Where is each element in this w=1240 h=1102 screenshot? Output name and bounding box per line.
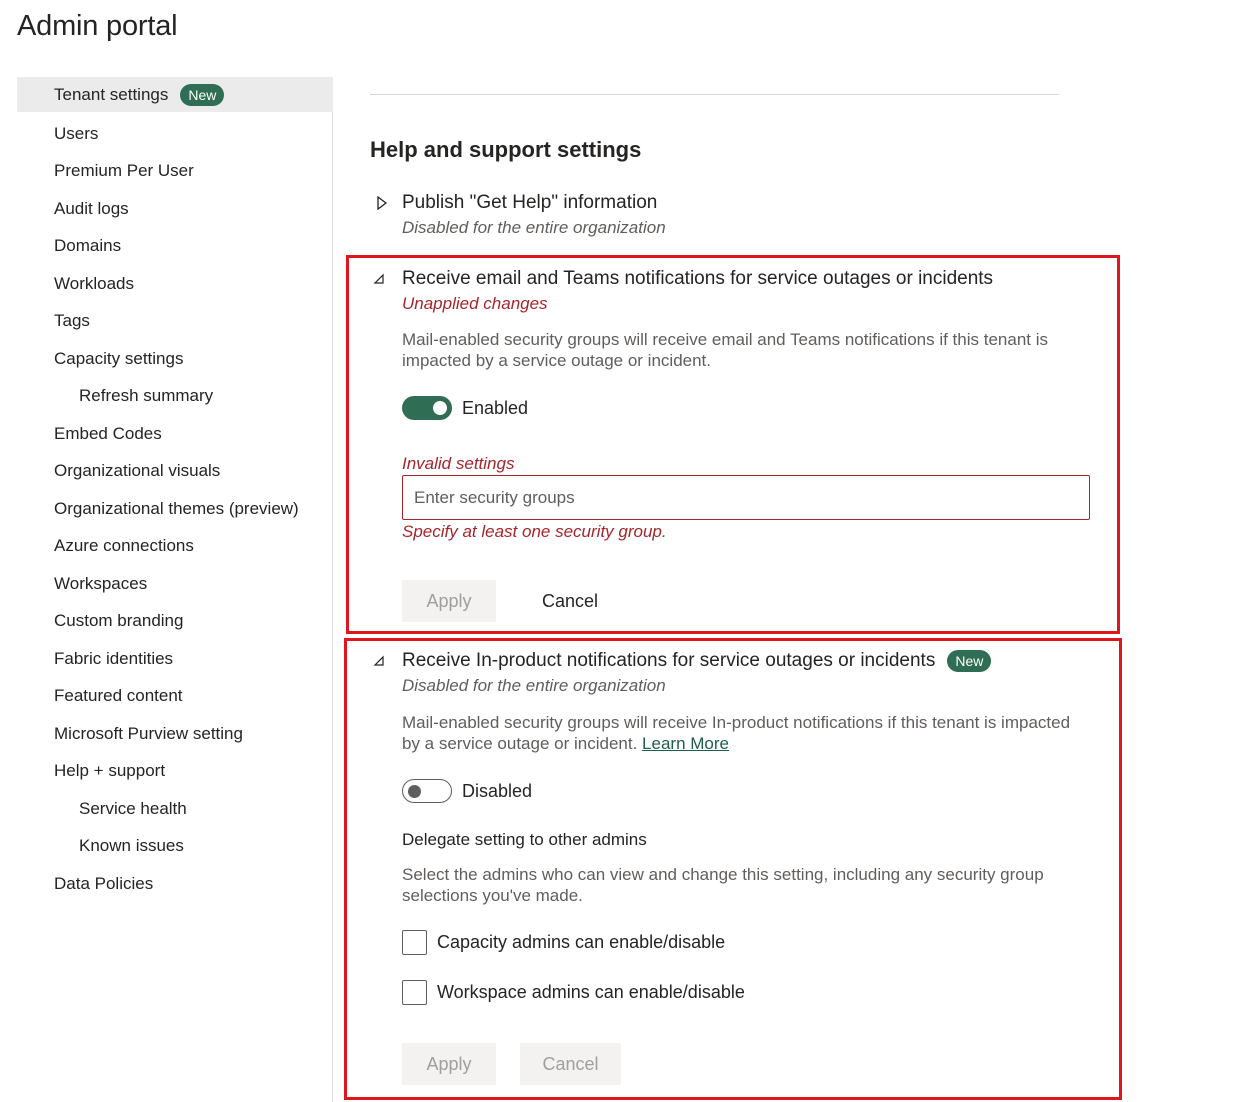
toggle-knob: [433, 401, 447, 415]
sidebar-item-label: Workspaces: [54, 573, 148, 593]
chevron-expanded-icon[interactable]: [373, 654, 385, 668]
setting-status: Disabled for the entire organization: [402, 218, 666, 237]
field-error-message: Specify at least one security group.: [402, 522, 667, 541]
sidebar-item-label: Organizational themes (preview): [54, 498, 299, 518]
sidebar-item-label: Refresh summary: [79, 385, 214, 405]
sidebar-item-label: Known issues: [79, 835, 184, 855]
learn-more-link[interactable]: Learn More: [642, 734, 729, 753]
sidebar-item-organizational-themes[interactable]: Organizational themes (preview): [17, 491, 333, 526]
new-badge: New: [180, 83, 225, 106]
section-title: Help and support settings: [370, 137, 642, 162]
cancel-button[interactable]: Cancel: [520, 1043, 621, 1085]
setting-title[interactable]: Publish "Get Help" information: [402, 192, 657, 214]
sidebar-item-label: Domains: [54, 235, 122, 255]
workspace-admins-checkbox[interactable]: [402, 980, 427, 1005]
chevron-right-icon[interactable]: [376, 196, 388, 210]
setting-description-text: Mail-enabled security groups will receiv…: [402, 713, 1071, 753]
capacity-admins-checkbox[interactable]: [402, 930, 427, 955]
sidebar-item-refresh-summary[interactable]: Refresh summary: [17, 378, 333, 413]
page-title: Admin portal: [17, 10, 178, 42]
chevron-expanded-icon[interactable]: [373, 272, 385, 286]
sidebar-item-help-support[interactable]: Help + support: [17, 753, 333, 788]
setting-title[interactable]: Receive email and Teams notifications fo…: [402, 268, 993, 290]
sidebar-item-custom-branding[interactable]: Custom branding: [17, 603, 333, 638]
sidebar-item-domains[interactable]: Domains: [17, 228, 333, 263]
sidebar-item-label: Data Policies: [54, 873, 154, 893]
sidebar-item-label: Workloads: [54, 273, 134, 293]
unapplied-changes-status: Unapplied changes: [402, 294, 548, 313]
sidebar-item-capacity-settings[interactable]: Capacity settings: [17, 341, 333, 376]
enabled-toggle[interactable]: [402, 396, 452, 420]
sidebar-item-label: Organizational visuals: [54, 460, 221, 480]
setting-title-text: Receive In-product notifications for ser…: [402, 650, 936, 671]
delegate-description: Select the admins who can view and chang…: [402, 865, 1044, 905]
sidebar-item-microsoft-purview-setting[interactable]: Microsoft Purview setting: [17, 716, 333, 751]
setting-description: Mail-enabled security groups will receiv…: [402, 330, 1048, 370]
apply-button[interactable]: Apply: [402, 580, 496, 622]
sidebar-item-service-health[interactable]: Service health: [17, 791, 333, 826]
sidebar-item-users[interactable]: Users: [17, 116, 333, 151]
sidebar-item-embed-codes[interactable]: Embed Codes: [17, 416, 333, 451]
sidebar-item-label: Tags: [54, 310, 90, 330]
toggle-label: Disabled: [462, 781, 533, 801]
disabled-toggle[interactable]: [402, 779, 452, 803]
checkbox-label: Workspace admins can enable/disable: [437, 982, 745, 1002]
sidebar-item-data-policies[interactable]: Data Policies: [17, 866, 333, 901]
sidebar-item-label: Premium Per User: [54, 160, 194, 180]
setting-title[interactable]: Receive In-product notifications for ser…: [402, 650, 992, 672]
sidebar-item-known-issues[interactable]: Known issues: [17, 828, 333, 863]
sidebar-item-label: Tenant settings: [54, 84, 169, 104]
cancel-button[interactable]: Cancel: [520, 580, 620, 622]
setting-title-text: Publish "Get Help" information: [402, 192, 658, 213]
sidebar-item-featured-content[interactable]: Featured content: [17, 678, 333, 713]
toggle-knob: [408, 784, 421, 798]
checkbox-label: Capacity admins can enable/disable: [437, 932, 726, 952]
setting-description: Mail-enabled security groups will receiv…: [402, 712, 1082, 754]
new-badge: New: [947, 650, 992, 672]
sidebar-item-workloads[interactable]: Workloads: [17, 266, 333, 301]
sidebar-item-label: Fabric identities: [54, 648, 174, 668]
sidebar-item-label: Service health: [79, 798, 187, 818]
sidebar-item-label: Featured content: [54, 685, 183, 705]
sidebar-item-label: Custom branding: [54, 610, 184, 630]
sidebar-item-organizational-visuals[interactable]: Organizational visuals: [17, 453, 333, 488]
sidebar: Tenant settings New Users Premium Per Us…: [17, 77, 333, 1102]
sidebar-item-label: Help + support: [54, 760, 166, 780]
sidebar-item-label: Audit logs: [54, 198, 129, 218]
sidebar-item-workspaces[interactable]: Workspaces: [17, 566, 333, 601]
security-groups-input[interactable]: [402, 475, 1090, 520]
sidebar-item-label: Azure connections: [54, 535, 194, 555]
sidebar-item-label: Capacity settings: [54, 348, 184, 368]
delegate-heading: Delegate setting to other admins: [402, 830, 647, 849]
sidebar-item-azure-connections[interactable]: Azure connections: [17, 528, 333, 563]
sidebar-item-tags[interactable]: Tags: [17, 303, 333, 338]
invalid-settings-label: Invalid settings: [402, 454, 515, 473]
apply-button[interactable]: Apply: [402, 1043, 496, 1085]
sidebar-item-tenant-settings[interactable]: Tenant settings New: [17, 77, 333, 112]
divider: [370, 94, 1059, 95]
sidebar-item-label: Embed Codes: [54, 423, 162, 443]
setting-title-text: Receive email and Teams notifications fo…: [402, 268, 994, 289]
sidebar-item-label: Microsoft Purview setting: [54, 723, 243, 743]
sidebar-item-label: Users: [54, 123, 99, 143]
toggle-label: Enabled: [462, 398, 529, 418]
sidebar-item-fabric-identities[interactable]: Fabric identities: [17, 641, 333, 676]
sidebar-item-premium-per-user[interactable]: Premium Per User: [17, 153, 333, 188]
setting-status: Disabled for the entire organization: [402, 676, 666, 695]
sidebar-item-audit-logs[interactable]: Audit logs: [17, 191, 333, 226]
